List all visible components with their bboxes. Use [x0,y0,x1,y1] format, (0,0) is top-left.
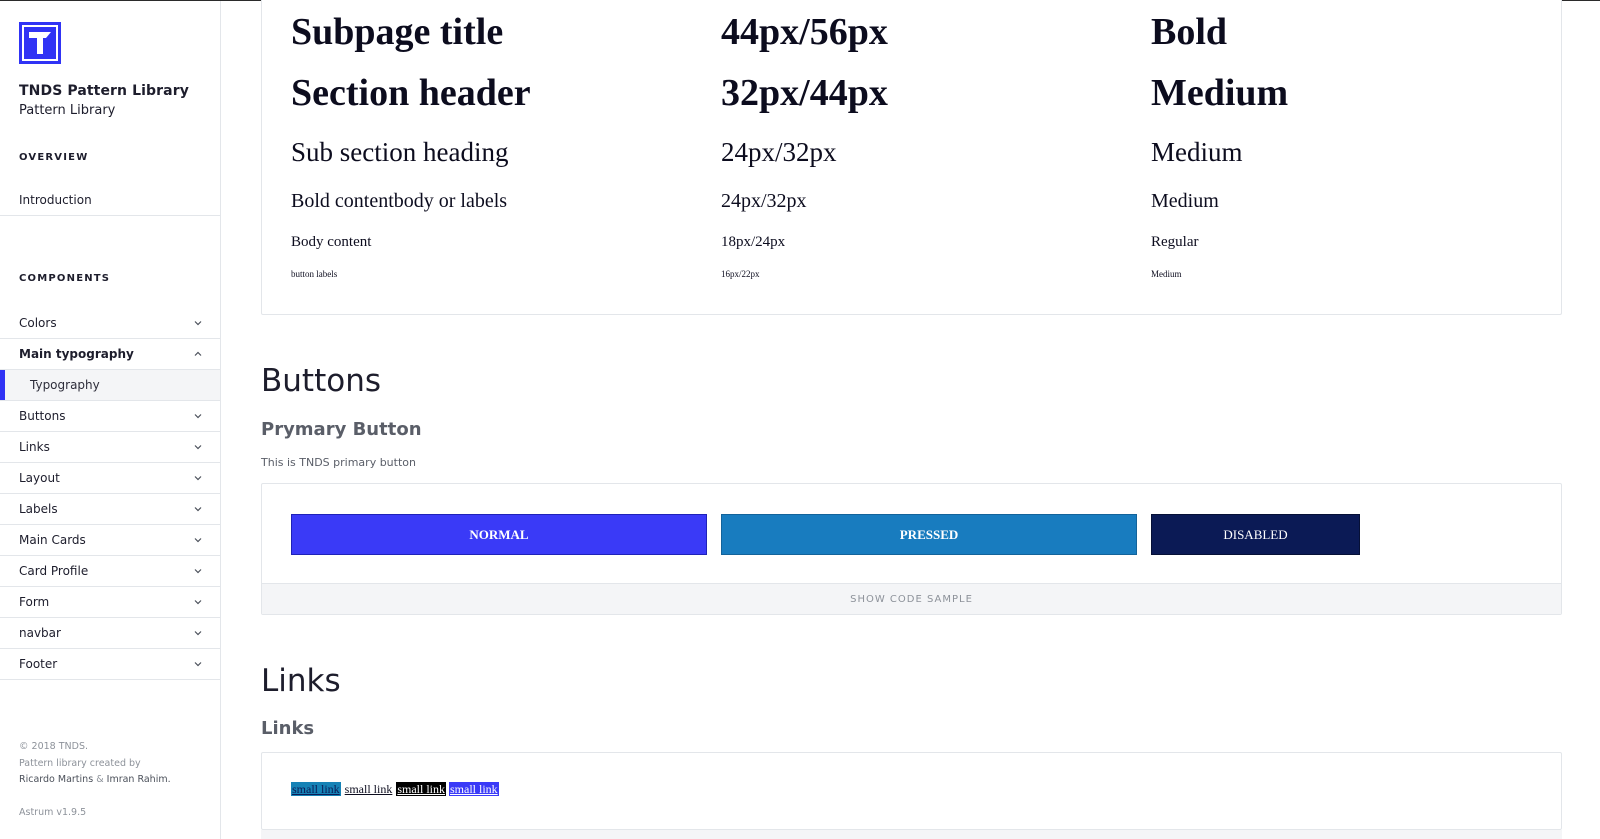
show-code-sample-button[interactable]: SHOW CODE SAMPLE [262,583,1561,614]
footer-version: Astrum v1.9.5 [19,807,87,818]
sidebar-item-label: Buttons [19,409,66,423]
type-name: button labels [291,269,338,279]
chevron-down-icon [194,476,202,481]
chevron-down-icon [194,662,202,667]
footer-copyright: © 2018 TNDS. [19,741,88,752]
sidebar-subitem-typography[interactable]: Typography [0,370,220,401]
buttons-section-title: Buttons [261,363,381,399]
type-size: 16px/22px [721,269,760,279]
sidebar-item-label: Main Cards [19,533,86,547]
overview-section-label: OVERVIEW [19,152,89,163]
chevron-down-icon [194,414,202,419]
components-section-label: COMPONENTS [19,273,111,284]
sidebar-item-label: Card Profile [19,564,89,578]
type-weight: Regular [1151,234,1199,250]
type-weight: Medium [1151,72,1289,114]
sidebar-item-label: Layout [19,471,60,485]
type-size: 18px/24px [721,234,786,250]
footer-author-1[interactable]: Ricardo Martins [19,774,93,785]
small-link-active[interactable]: small link [291,782,341,796]
small-link-primary[interactable]: small link [449,782,499,796]
sidebar-item-label: Introduction [19,193,92,207]
buttons-section-subtitle: Prymary Button [261,419,422,440]
sidebar-item-labels[interactable]: Labels [0,494,220,525]
logo-icon [22,25,58,61]
brand-subtitle: Pattern Library [19,103,116,118]
sidebar-item-colors[interactable]: Colors [0,308,220,339]
type-name: Bold contentbody or labels [291,190,508,212]
sidebar-item-main-typography[interactable]: Main typography [0,339,220,370]
chevron-up-icon [194,351,202,356]
sidebar-item-main-cards[interactable]: Main Cards [0,525,220,556]
sidebar-item-card-profile[interactable]: Card Profile [0,556,220,587]
sidebar-item-label: Form [19,595,50,609]
brand-logo[interactable] [19,22,61,64]
footer-amp: & [96,774,104,785]
type-name: Section header [291,72,531,114]
type-name: Body content [291,234,372,250]
typography-card: Subpage title 44px/56px Bold Section hea… [261,0,1562,315]
disabled-button[interactable]: DISABLED [1151,514,1360,555]
buttons-section-description: This is TNDS primary button [261,456,416,469]
footer-author-2[interactable]: Imran Rahim. [107,774,171,785]
links-section-subtitle: Links [261,718,315,739]
footer-created-by: Pattern library created by [19,758,141,769]
links-code-bar[interactable] [261,830,1562,839]
chevron-down-icon [194,538,202,543]
chevron-down-icon [194,631,202,636]
sidebar-nav-list: Colors Main typography Typography Button… [0,308,220,680]
type-size: 24px/32px [721,190,807,212]
active-indicator [0,370,5,400]
buttons-demo-card: NORMAL PRESSED DISABLED SHOW CODE SAMPLE [261,483,1562,615]
type-name: Sub section heading [291,137,509,167]
pressed-button[interactable]: PRESSED [721,514,1137,555]
chevron-down-icon [194,600,202,605]
type-size: 24px/32px [721,137,837,167]
type-weight: Medium [1151,269,1182,279]
type-size: 32px/44px [721,72,888,114]
sidebar-item-label: Colors [19,316,57,330]
sidebar-item-label: Links [19,440,50,454]
type-name: Subpage title [291,11,504,53]
normal-button[interactable]: NORMAL [291,514,707,555]
chevron-down-icon [194,569,202,574]
footer-authors: Ricardo Martins & Imran Rahim. [19,772,171,788]
chevron-down-icon [194,507,202,512]
sidebar-item-links[interactable]: Links [0,432,220,463]
sidebar: TNDS Pattern Library Pattern Library OVE… [0,1,221,839]
sidebar-item-buttons[interactable]: Buttons [0,401,220,432]
chevron-down-icon [194,445,202,450]
sidebar-item-introduction[interactable]: Introduction [0,185,220,216]
small-link-dark[interactable]: small link [396,782,447,796]
chevron-down-icon [194,321,202,326]
type-weight: Medium [1151,137,1243,167]
small-link-normal[interactable]: small link [344,782,394,796]
sidebar-item-label: Main typography [19,347,134,361]
sidebar-item-label: Labels [19,502,58,516]
sidebar-subitem-label: Typography [30,378,100,392]
sidebar-item-layout[interactable]: Layout [0,463,220,494]
sidebar-item-label: navbar [19,626,61,640]
type-weight: Bold [1151,11,1228,53]
type-size: 44px/56px [721,11,888,53]
brand-title: TNDS Pattern Library [19,83,189,99]
type-weight: Medium [1151,190,1219,212]
links-row: small link small link small link small l… [291,782,499,797]
sidebar-item-footer[interactable]: Footer [0,649,220,680]
sidebar-item-form[interactable]: Form [0,587,220,618]
links-demo-card: small link small link small link small l… [261,752,1562,830]
sidebar-item-label: Footer [19,657,58,671]
links-section-title: Links [261,663,341,699]
sidebar-item-navbar[interactable]: navbar [0,618,220,649]
